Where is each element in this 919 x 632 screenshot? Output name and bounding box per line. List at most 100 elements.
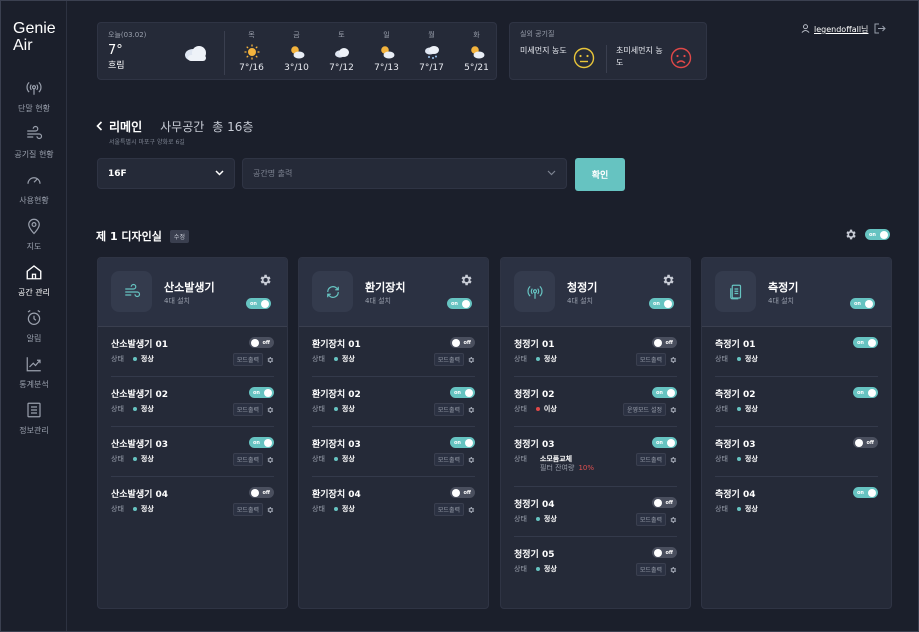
device-toggle[interactable]: on	[450, 437, 475, 448]
device-toggle[interactable]: on	[853, 337, 878, 348]
device-toggle-switch[interactable]: on	[853, 337, 878, 348]
gear-icon[interactable]	[266, 356, 274, 364]
device-toggle-switch[interactable]: on	[853, 387, 878, 398]
device-toggle[interactable]: on	[652, 437, 677, 448]
device-toggle[interactable]: on	[853, 387, 878, 398]
device-toggle[interactable]: off	[652, 497, 677, 508]
device-status: 상태 정상	[111, 354, 154, 364]
mode-button[interactable]: 모드출력	[635, 453, 666, 466]
panel-toggle[interactable]: on	[447, 298, 472, 309]
mode-button[interactable]: 운영모드 설정	[622, 403, 666, 416]
nav-item-0[interactable]: 단말 현황	[1, 79, 67, 114]
logout-icon[interactable]	[874, 23, 887, 36]
panel-toggle[interactable]: on	[649, 298, 674, 309]
device-toggle-switch[interactable]: on	[652, 387, 677, 398]
user-name-link[interactable]: legendoffall님	[814, 24, 868, 35]
nav-item-3[interactable]: 지도	[1, 217, 67, 252]
mode-button[interactable]: 모드출력	[433, 503, 464, 516]
device-toggle[interactable]: off	[450, 487, 475, 498]
device-toggle[interactable]: off	[450, 337, 475, 348]
gear-icon[interactable]	[459, 272, 473, 291]
mode-button[interactable]: 모드출력	[635, 513, 666, 526]
device-toggle-switch[interactable]: on	[249, 437, 274, 448]
floor-select[interactable]: 16F	[97, 158, 235, 189]
nav-item-6[interactable]: 통계분석	[1, 355, 67, 390]
device-toggle[interactable]: off	[249, 337, 274, 348]
device-row: 측정기 03 상태 정상 off	[715, 427, 878, 477]
forecast-day: 월 7°/17	[409, 30, 454, 73]
device-toggle-switch[interactable]: on	[249, 387, 274, 398]
mode-button[interactable]: 모드출력	[232, 353, 263, 366]
device-toggle[interactable]: on	[853, 487, 878, 498]
device-toggle[interactable]: on	[249, 387, 274, 398]
mode-button[interactable]: 모드출력	[232, 403, 263, 416]
device-toggle[interactable]: off	[249, 487, 274, 498]
device-toggle[interactable]: on	[450, 387, 475, 398]
device-toggle-switch[interactable]: on	[450, 387, 475, 398]
gear-icon[interactable]	[467, 506, 475, 514]
nav-item-7[interactable]: 정보관리	[1, 401, 67, 436]
gear-icon[interactable]	[467, 456, 475, 464]
gear-icon[interactable]	[669, 516, 677, 524]
gear-icon[interactable]	[669, 356, 677, 364]
panel-toggle-switch[interactable]: on	[850, 298, 875, 309]
mode-button[interactable]: 모드출력	[635, 353, 666, 366]
device-toggle-switch-knob	[868, 488, 876, 497]
room-toggle-switch[interactable]: on	[865, 229, 890, 240]
device-toggle-switch[interactable]: off	[450, 487, 475, 498]
nav-item-4[interactable]: 공간 관리	[1, 263, 67, 298]
mode-button[interactable]: 모드출력	[232, 503, 263, 516]
device-toggle-switch[interactable]: off	[249, 337, 274, 348]
device-toggle-switch[interactable]: off	[450, 337, 475, 348]
logo[interactable]: Genie Air	[13, 20, 56, 54]
panel-toggle-switch[interactable]: on	[447, 298, 472, 309]
gear-icon[interactable]	[266, 406, 274, 414]
device-toggle[interactable]: on	[249, 437, 274, 448]
gear-icon[interactable]	[669, 456, 677, 464]
nav-item-2[interactable]: 사용현황	[1, 171, 67, 206]
confirm-button[interactable]: 확인	[575, 158, 625, 191]
nav-item-5[interactable]: 알림	[1, 309, 67, 344]
device-toggle-switch[interactable]: off	[652, 337, 677, 348]
gear-icon[interactable]	[467, 406, 475, 414]
device-toggle-switch[interactable]: off	[853, 437, 878, 448]
mode-button[interactable]: 모드출력	[232, 453, 263, 466]
device-toggle[interactable]: off	[853, 437, 878, 448]
gear-icon[interactable]	[258, 272, 272, 291]
gear-icon[interactable]	[266, 456, 274, 464]
space-select[interactable]: 공간명 출력	[242, 158, 567, 189]
back-chevron-icon[interactable]	[96, 120, 103, 134]
mode-button[interactable]: 모드출력	[433, 453, 464, 466]
device-toggle-switch-label: on	[656, 389, 663, 396]
device-toggle[interactable]: off	[652, 547, 677, 558]
panel-toggle[interactable]: on	[850, 298, 875, 309]
device-name: 청정기 04	[514, 500, 555, 510]
room-toggle[interactable]: on	[865, 229, 890, 240]
gear-icon[interactable]	[669, 566, 677, 574]
weather-date: 오늘(03.02)	[108, 31, 147, 39]
mode-button[interactable]: 모드출력	[433, 403, 464, 416]
mode-button[interactable]: 모드출력	[433, 353, 464, 366]
device-toggle-switch[interactable]: off	[652, 547, 677, 558]
device-toggle-switch[interactable]: off	[652, 497, 677, 508]
gear-icon[interactable]	[844, 228, 857, 241]
panel-toggle[interactable]: on	[246, 298, 271, 309]
device-toggle-switch[interactable]: off	[249, 487, 274, 498]
panel-toggle-switch[interactable]: on	[246, 298, 271, 309]
gear-icon[interactable]	[266, 506, 274, 514]
weather-forecast: 목 7°/16 금 3°/10 토 7°/12 일 7°/13 월 7°/17 화 5°/21	[229, 30, 499, 73]
device-toggle[interactable]: off	[652, 337, 677, 348]
device-status-label: 상태	[715, 455, 728, 463]
nav-item-1[interactable]: 공기질 현황	[1, 125, 67, 160]
room-edit-button[interactable]: 수정	[169, 229, 189, 243]
device-toggle-switch[interactable]: on	[853, 487, 878, 498]
gear-icon[interactable]	[661, 272, 675, 291]
gear-icon[interactable]	[669, 406, 677, 414]
device-toggle[interactable]: on	[652, 387, 677, 398]
device-toggle-switch[interactable]: on	[450, 437, 475, 448]
mode-button[interactable]: 모드출력	[635, 563, 666, 576]
gear-icon[interactable]	[467, 356, 475, 364]
panel-toggle-switch[interactable]: on	[649, 298, 674, 309]
device-toggle-switch[interactable]: on	[652, 437, 677, 448]
device-toggle-switch-label: off	[463, 489, 472, 496]
